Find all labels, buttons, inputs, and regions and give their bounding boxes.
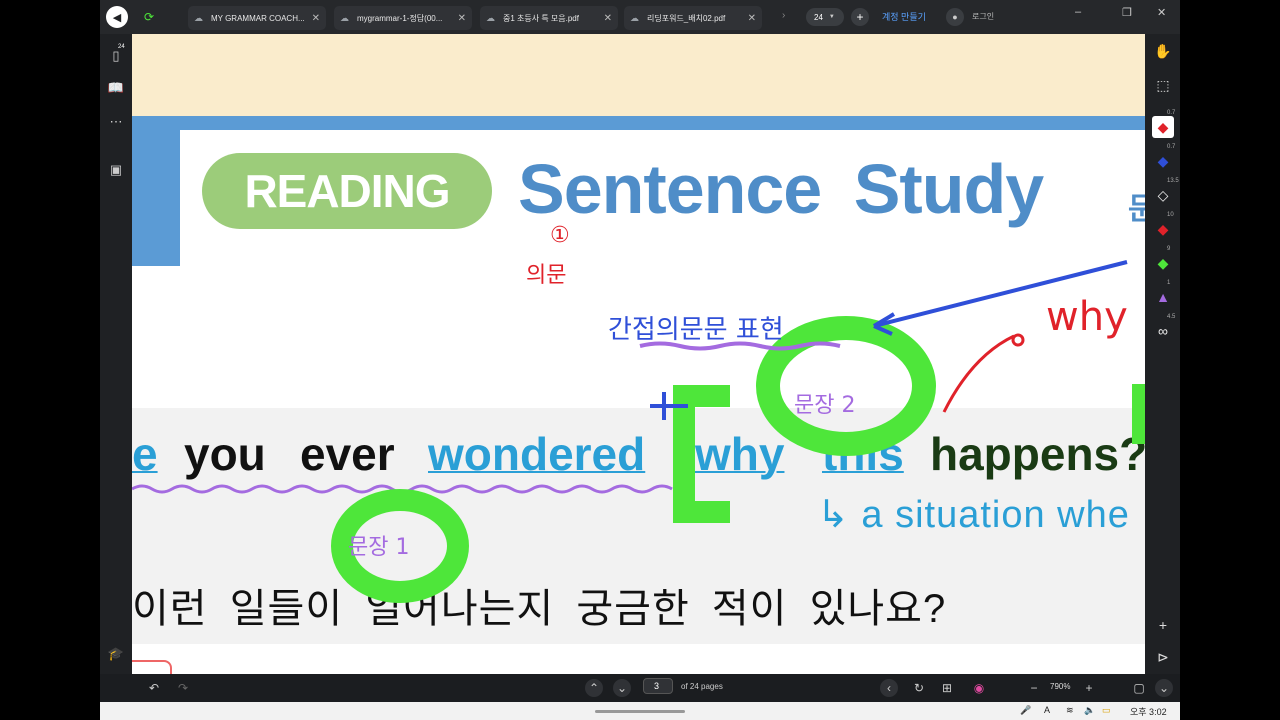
- handwriting-layer: ① 의문 간접의문문 표현 why 문장 2 문장 1: [132, 223, 1145, 603]
- zoom-level: 790%: [1050, 682, 1071, 691]
- more-icon[interactable]: ⋯: [106, 112, 126, 132]
- zoom-in-icon[interactable]: +: [1080, 679, 1098, 697]
- close-icon[interactable]: ✕: [458, 13, 466, 24]
- page-total: of 24 pages: [681, 682, 723, 691]
- eraser-icon[interactable]: ◇: [1152, 184, 1174, 206]
- tab-count: 24: [814, 12, 823, 22]
- system-status-bar: 🎤 A ≋ 🔈 ▭ 오후 3:02: [100, 702, 1180, 720]
- bookmark-icon[interactable]: ▣: [106, 160, 126, 180]
- tab-2[interactable]: ☁ mygrammar-1-정답(00... ✕: [334, 6, 472, 30]
- page-down-icon[interactable]: ⌄: [613, 679, 631, 697]
- current-page-input[interactable]: 3: [643, 678, 673, 694]
- tab-label: 리딩포워드_배치02.pdf: [647, 13, 726, 23]
- collapse-toolbar-icon[interactable]: ⊳: [1152, 646, 1174, 668]
- mic-icon[interactable]: 🎤: [1020, 705, 1031, 716]
- purple-pen-icon[interactable]: ▲: [1152, 286, 1174, 308]
- tab-scroll-right-icon[interactable]: ›: [782, 10, 785, 21]
- tab-3[interactable]: ☁ 중1 초등사 특 모음.pdf ✕: [480, 6, 618, 30]
- select-tool-icon[interactable]: ⬚: [1152, 74, 1174, 96]
- sync-icon[interactable]: ⟳: [138, 6, 160, 28]
- close-icon[interactable]: ✕: [604, 13, 612, 24]
- annotation-toolbar: ✋ ⬚ 0.7 ◆ 0.7 ◆ 13.5 ◇ 10 ◆ 9 ◆ 1 ▲ 4.5 …: [1145, 34, 1180, 674]
- tab-1[interactable]: ☁ MY GRAMMAR COACH... ✕: [188, 6, 326, 30]
- red-arrow-line: [942, 334, 1015, 413]
- grid-view-icon[interactable]: ⊞: [938, 679, 956, 697]
- red-arrow-dot: [1011, 333, 1025, 347]
- chevron-down-icon: ▼: [828, 14, 835, 20]
- tab-bar: ◀ ⟳ ☁ MY GRAMMAR COACH... ✕ ☁ mygrammar-…: [100, 0, 1180, 34]
- create-account-link[interactable]: 계정 만들기: [882, 10, 926, 23]
- add-tool-icon[interactable]: +: [1152, 614, 1174, 636]
- battery-icon: ▭: [1102, 705, 1111, 715]
- chevron-down-icon[interactable]: ⌄: [1155, 679, 1173, 697]
- left-rail: ▯ 24 📖 ⋯ ▣ 🎓 ⚙: [100, 34, 132, 693]
- pdf-viewer-app: ◀ ⟳ ☁ MY GRAMMAR COACH... ✕ ☁ mygrammar-…: [100, 0, 1180, 720]
- minimize-icon[interactable]: –: [1075, 6, 1081, 18]
- graduation-icon[interactable]: 🎓: [106, 644, 126, 664]
- redo-icon[interactable]: ↷: [174, 679, 192, 697]
- page-badge: 24: [118, 44, 125, 50]
- home-indicator[interactable]: [595, 710, 685, 713]
- red-marker-icon[interactable]: ◆: [1152, 218, 1174, 240]
- hw-question: why: [1046, 294, 1128, 340]
- clock: 오후 3:02: [1130, 707, 1167, 717]
- ime-indicator[interactable]: A: [1044, 705, 1050, 715]
- close-window-icon[interactable]: ✕: [1157, 6, 1166, 19]
- lasso-icon[interactable]: ∞: [1152, 320, 1174, 342]
- user-icon[interactable]: ●: [946, 8, 964, 26]
- cloud-icon: ☁: [630, 12, 639, 23]
- undo-icon[interactable]: ↶: [145, 679, 163, 697]
- back-icon[interactable]: ◀: [106, 6, 128, 28]
- green-circle-2: [756, 316, 936, 456]
- bottom-toolbar: ↶ ↷ ⌃ ⌄ 3 of 24 pages ‹ ↻ ⊞ ◉ − 790% + ▢…: [100, 674, 1180, 702]
- green-highlighter-icon[interactable]: ◆: [1152, 252, 1174, 274]
- tab-4[interactable]: ☁ 리딩포워드_배치02.pdf ✕: [624, 6, 762, 30]
- zoom-out-icon[interactable]: −: [1025, 679, 1043, 697]
- hw-circle-a: 문장 2: [794, 393, 855, 418]
- record-icon[interactable]: ◉: [970, 679, 988, 697]
- document-page[interactable]: READING Sentence Study 문 e you ever wond…: [132, 34, 1145, 674]
- hw-circled-num: ①: [550, 223, 570, 248]
- tab-count-button[interactable]: 24 ▼: [806, 8, 844, 26]
- restore-icon[interactable]: ❐: [1122, 6, 1132, 19]
- volume-icon: 🔈: [1084, 705, 1096, 715]
- green-bracket: [673, 385, 730, 523]
- cloud-icon: ☁: [486, 12, 495, 23]
- cloud-icon: ☁: [340, 12, 349, 23]
- page-up-icon[interactable]: ⌃: [585, 679, 603, 697]
- fit-page-icon[interactable]: ▢: [1130, 679, 1148, 697]
- cloud-icon: ☁: [194, 12, 203, 23]
- hand-tool-icon[interactable]: ✋: [1152, 40, 1174, 62]
- login-link[interactable]: 로그인: [972, 11, 994, 22]
- close-icon[interactable]: ✕: [312, 13, 320, 24]
- hw-circle-b: 문장 1: [348, 535, 409, 560]
- new-tab-button[interactable]: +: [851, 8, 869, 26]
- hw-arrow-note: 간접의문문 표현: [608, 315, 784, 345]
- prev-icon[interactable]: ‹: [880, 679, 898, 697]
- wifi-icon: ≋: [1066, 705, 1074, 715]
- hw-label-1: 의문: [526, 263, 566, 288]
- book-icon[interactable]: 📖: [106, 78, 126, 98]
- rotate-icon[interactable]: ↻: [910, 679, 928, 697]
- close-icon[interactable]: ✕: [748, 13, 756, 24]
- tab-label: mygrammar-1-정답(00...: [357, 13, 443, 23]
- tab-label: 중1 초등사 특 모음.pdf: [503, 13, 579, 23]
- blue-pen-icon[interactable]: ◆: [1152, 150, 1174, 172]
- red-pen-icon[interactable]: ◆: [1152, 116, 1174, 138]
- tab-label: MY GRAMMAR COACH...: [211, 13, 305, 23]
